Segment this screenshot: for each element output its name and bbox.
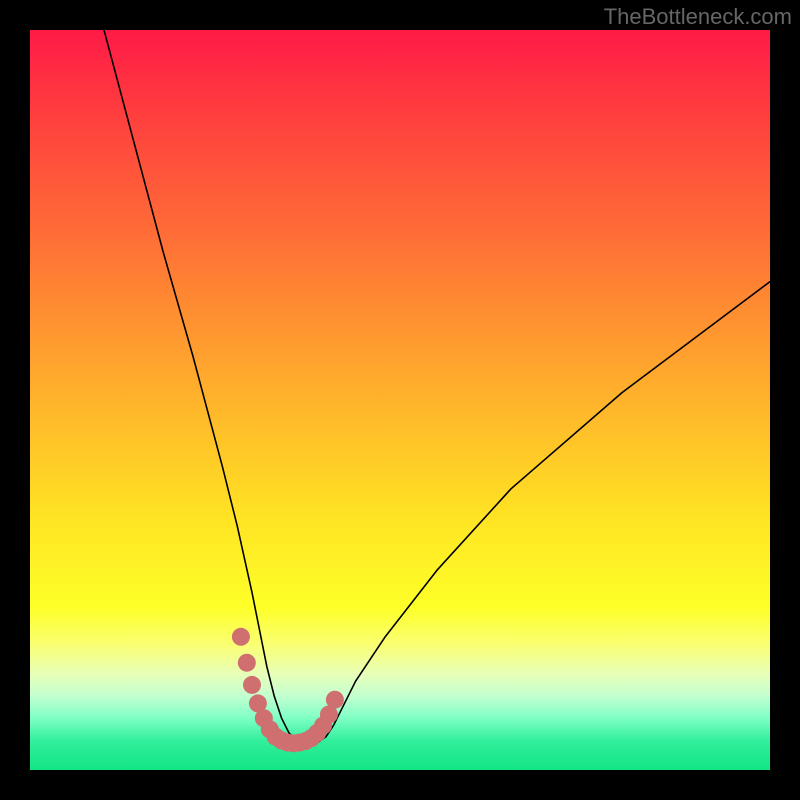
highlight-dot: [326, 691, 344, 709]
watermark-text: TheBottleneck.com: [604, 4, 792, 30]
chart-svg: [30, 30, 770, 770]
chart-stage: TheBottleneck.com: [0, 0, 800, 800]
bottleneck-curve: [104, 30, 770, 744]
highlight-dot: [232, 628, 250, 646]
highlight-dot: [243, 676, 261, 694]
plot-area: [30, 30, 770, 770]
highlight-dot: [238, 654, 256, 672]
